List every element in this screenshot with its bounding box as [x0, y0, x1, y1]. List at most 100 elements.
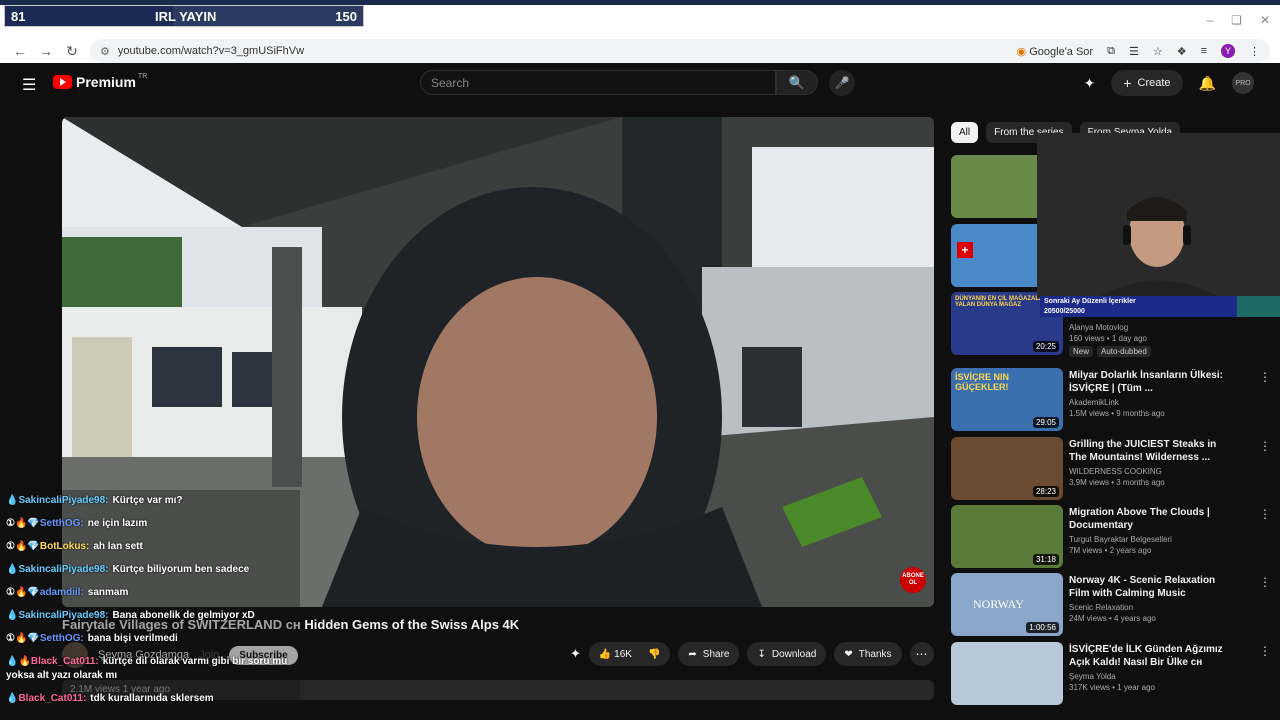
- new-tag: New: [1069, 346, 1094, 357]
- chat-message: ①🔥💎adamdiil: sanmam: [6, 587, 128, 598]
- extensions-icon[interactable]: ❖: [1177, 45, 1187, 58]
- stream-title: IRL YAYIN: [155, 8, 217, 24]
- video-info: İSVİÇRE'de İLK Günden Ağzımız Açık Kaldı…: [1069, 642, 1271, 705]
- like-button[interactable]: 👍 16K: [599, 649, 632, 660]
- views-age: 24M views • 4 years ago: [1069, 614, 1156, 623]
- chat-badges: ①🔥💎: [6, 541, 40, 552]
- video-thumbnail[interactable]: [951, 642, 1063, 705]
- video-thumbnail[interactable]: 31:18: [951, 505, 1063, 568]
- search-input[interactable]: Search: [420, 70, 776, 95]
- chat-badges: ①🔥💎: [6, 518, 40, 529]
- thanks-button[interactable]: ❤ Thanks: [834, 642, 902, 666]
- chat-message: 💧SakincaliPiyade98: Bana abonelik de gelm…: [6, 610, 255, 621]
- channel-name[interactable]: AkademikLink: [1069, 398, 1229, 407]
- google-icon: ◉: [1016, 45, 1027, 58]
- recommendation-item[interactable]: İSVİÇRE'de İLK Günden Ağzımız Açık Kaldı…: [951, 642, 1271, 705]
- video-thumbnail[interactable]: İSVİÇRE NIN GÜÇEKLER! 29:05: [951, 368, 1063, 431]
- chat-badges: 💧: [6, 693, 19, 704]
- chat-message: ①🔥💎SetthOG: bana bişi verilmedi: [6, 633, 178, 644]
- more-actions-button[interactable]: ⋯: [909, 642, 934, 666]
- forward-icon[interactable]: →: [34, 43, 58, 59]
- translate-icon[interactable]: ☰: [1129, 45, 1139, 58]
- chat-message: 💧SakincaliPiyade98: Kürtçe biliyorum ben …: [6, 564, 249, 575]
- notifications-bell-icon[interactable]: 🔔: [1199, 75, 1216, 92]
- more-options-icon[interactable]: ⋮: [1259, 644, 1271, 658]
- more-options-icon[interactable]: ⋮: [1259, 439, 1271, 453]
- voice-search-button[interactable]: 🎤: [829, 70, 855, 96]
- chat-username: Black_Cat011:: [30, 656, 99, 667]
- duration-badge: 28:23: [1032, 486, 1059, 497]
- address-row: ← → ↻ ⚙ youtube.com/watch?v=3_gmUSiFhVw …: [0, 38, 1280, 64]
- premium-feature-icon[interactable]: ✦: [1084, 75, 1096, 92]
- thumb-caption: İSVİÇRE NIN GÜÇEKLER!: [955, 372, 1010, 392]
- channel-name[interactable]: Şeyma Yolda: [1069, 672, 1229, 681]
- more-options-icon[interactable]: ⋮: [1259, 575, 1271, 589]
- menu-dots-icon[interactable]: ⋮: [1249, 45, 1260, 58]
- account-avatar[interactable]: PRO: [1232, 72, 1254, 94]
- stream-progress-bar: 81 IRL YAYIN 150: [4, 5, 364, 27]
- chat-message: ①🔥💎SetthOG: ne için lazım: [6, 518, 147, 529]
- address-bar[interactable]: ⚙ youtube.com/watch?v=3_gmUSiFhVw ◉ Goog…: [90, 39, 1270, 63]
- abone-ol-badge[interactable]: ABONE OL: [900, 567, 926, 593]
- video-actions: ✦ 👍 16K 👎 ➦ Share ↧ Download ❤ Thanks ⋯: [570, 642, 934, 666]
- streamer-cam-image: [1037, 133, 1280, 298]
- reload-icon[interactable]: ↻: [60, 43, 84, 60]
- video-thumbnail[interactable]: 28:23: [951, 437, 1063, 500]
- channel-name[interactable]: WILDERNESS COOKING: [1069, 467, 1229, 476]
- channel-name[interactable]: Scenic Relaxation: [1069, 603, 1229, 612]
- cast-icon[interactable]: ⧉: [1107, 45, 1115, 58]
- minimize-icon[interactable]: –: [1206, 13, 1213, 27]
- chat-username: SetthOG:: [39, 633, 84, 644]
- video-title[interactable]: Migration Above The Clouds | Documentary: [1069, 506, 1229, 532]
- chat-message: 💧🔥Black_Cat011: kürtçe dil olarak varmı g…: [6, 656, 287, 667]
- create-button[interactable]: + Create: [1111, 70, 1183, 96]
- recommendation-item[interactable]: 28:23 Grilling the JUICIEST Steaks in Th…: [951, 437, 1271, 500]
- chip-all[interactable]: All: [951, 122, 979, 143]
- back-icon[interactable]: ←: [8, 43, 32, 59]
- channel-name[interactable]: Turgut Bayraktar Belgeselleri: [1069, 535, 1229, 544]
- video-thumbnail[interactable]: NORWAY 1:00:56: [951, 573, 1063, 636]
- chat-badges: 💧: [6, 495, 19, 506]
- more-dots-icon: ⋯: [915, 647, 928, 661]
- profile-avatar[interactable]: Y: [1221, 44, 1235, 58]
- share-button[interactable]: ➦ Share: [678, 642, 740, 666]
- video-title[interactable]: Milyar Dolarlık İnsanların Ülkesi: İSVİÇ…: [1069, 369, 1229, 395]
- share-icon: ➦: [688, 648, 697, 660]
- auto-dubbed-tag: Auto-dubbed: [1097, 346, 1151, 357]
- youtube-play-icon: [53, 75, 72, 89]
- dislike-button[interactable]: 👎: [648, 649, 660, 660]
- video-info: Norway 4K - Scenic Relaxation Film with …: [1069, 573, 1271, 636]
- channel-name[interactable]: Alanya Motovlog: [1069, 323, 1229, 332]
- chat-username: adamdiil:: [39, 587, 84, 598]
- more-options-icon[interactable]: ⋮: [1259, 370, 1271, 384]
- more-options-icon[interactable]: ⋮: [1259, 507, 1271, 521]
- google-ask-button[interactable]: ◉ Google'a Sor: [1017, 45, 1094, 58]
- chat-text: sanmam: [87, 587, 129, 598]
- bookmark-star-icon[interactable]: ☆: [1153, 45, 1163, 58]
- hamburger-menu-icon[interactable]: ☰: [22, 75, 36, 95]
- premium-feature-icon[interactable]: ✦: [570, 646, 581, 662]
- chat-username: SakincaliPiyade98:: [18, 495, 109, 506]
- video-title[interactable]: Norway 4K - Scenic Relaxation Film with …: [1069, 574, 1229, 600]
- header-actions: ✦ + Create 🔔 PRO: [1084, 70, 1254, 96]
- recommendation-item[interactable]: 31:18 Migration Above The Clouds | Docum…: [951, 505, 1271, 568]
- share-label: Share: [702, 648, 730, 660]
- chat-badges: 💧🔥: [6, 656, 31, 667]
- thumb-caption: NORWAY: [973, 597, 1024, 611]
- chat-message: 💧Black_Cat011: tdk kurallarınıda sklersem: [6, 693, 214, 704]
- search-button[interactable]: 🔍: [776, 70, 818, 95]
- chat-text: Kürtçe var mı?: [112, 495, 183, 506]
- chat-message: 💧SakincaliPiyade98: Kürtçe var mı?: [6, 495, 183, 506]
- site-info-icon[interactable]: ⚙: [100, 45, 110, 58]
- close-icon[interactable]: ✕: [1260, 13, 1270, 27]
- recommendation-item[interactable]: NORWAY 1:00:56 Norway 4K - Scenic Relaxa…: [951, 573, 1271, 636]
- video-title[interactable]: Grilling the JUICIEST Steaks in The Moun…: [1069, 438, 1229, 464]
- video-title[interactable]: İSVİÇRE'de İLK Günden Ağzımız Açık Kaldı…: [1069, 643, 1229, 669]
- download-button[interactable]: ↧ Download: [747, 642, 827, 666]
- recommendation-item[interactable]: İSVİÇRE NIN GÜÇEKLER! 29:05 Milyar Dolar…: [951, 368, 1271, 431]
- views-age: 7M views • 2 years ago: [1069, 546, 1152, 555]
- reading-list-icon[interactable]: ≡: [1201, 45, 1207, 57]
- youtube-logo[interactable]: Premium TR: [53, 73, 147, 90]
- restore-icon[interactable]: ❏: [1231, 13, 1242, 27]
- chat-text: Bana abonelik de gelmiyor xD: [112, 610, 255, 621]
